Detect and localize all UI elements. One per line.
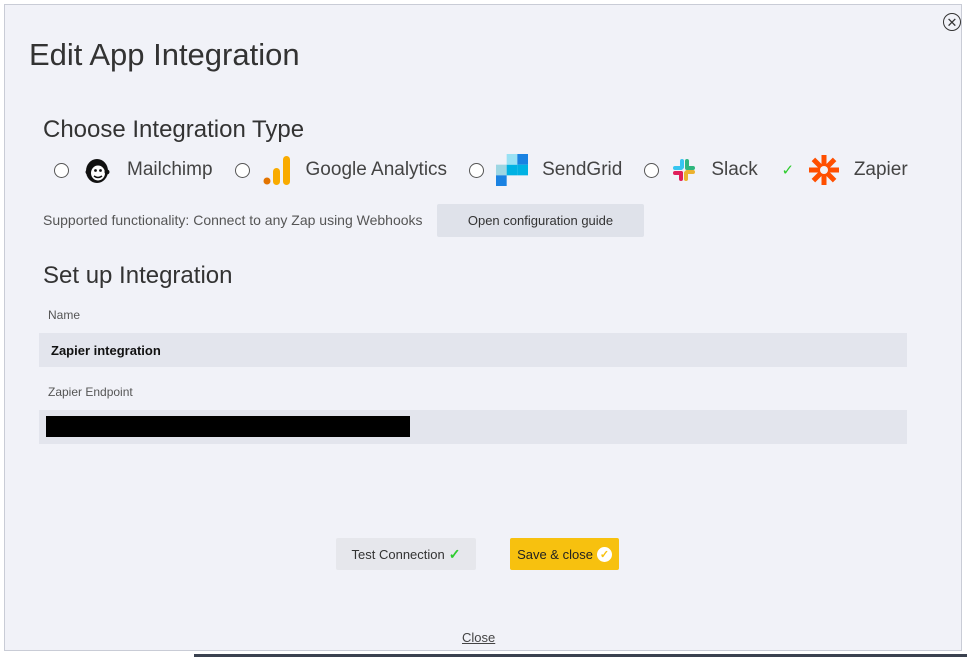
- integration-dialog: ✕ Edit App Integration: [4, 4, 962, 651]
- option-google-analytics[interactable]: Google Analytics: [234, 154, 470, 186]
- check-icon: ✓: [448, 545, 461, 562]
- mailchimp-logo-icon: [81, 154, 113, 186]
- integration-type-heading: Choose Integration Type: [43, 116, 305, 143]
- test-connection-button[interactable]: Test Connection ✓: [336, 538, 476, 570]
- google-analytics-label: Google Analytics: [305, 159, 448, 180]
- endpoint-label: Zapier Endpoint: [48, 385, 133, 399]
- page-title: Edit App Integration: [29, 37, 300, 72]
- option-mailchimp[interactable]: Mailchimp: [54, 154, 235, 186]
- google-analytics-logo-icon: [262, 154, 292, 186]
- option-zapier[interactable]: ✓ Zapier: [780, 154, 930, 186]
- setup-heading: Set up Integration: [43, 262, 233, 289]
- name-input[interactable]: [39, 333, 907, 367]
- name-label: Name: [48, 308, 81, 322]
- option-slack[interactable]: Slack: [644, 157, 779, 183]
- selected-check-icon[interactable]: ✓: [780, 163, 796, 178]
- zapier-label: Zapier: [853, 159, 908, 180]
- zapier-logo-icon: [808, 154, 840, 186]
- supported-functionality-text: Supported functionality: Connect to any …: [43, 212, 423, 228]
- slack-label: Slack: [711, 159, 758, 180]
- save-close-label: Save & close: [517, 546, 593, 562]
- sendgrid-radio[interactable]: [469, 162, 485, 178]
- save-close-button[interactable]: Save & close ✓: [510, 538, 619, 570]
- close-link[interactable]: Close: [462, 630, 495, 645]
- integration-type-options: Mailchimp Google Analytics SendGrid Slac…: [54, 152, 930, 188]
- mailchimp-radio[interactable]: [54, 162, 69, 178]
- close-icon[interactable]: ✕: [943, 13, 961, 31]
- check-circle-icon: ✓: [596, 546, 612, 562]
- test-connection-label: Test Connection: [351, 546, 445, 562]
- open-configuration-guide-button[interactable]: Open configuration guide: [437, 204, 644, 237]
- mailchimp-label: Mailchimp: [127, 159, 213, 180]
- option-sendgrid[interactable]: SendGrid: [469, 154, 644, 186]
- sendgrid-logo-icon: [496, 154, 529, 186]
- google-analytics-radio[interactable]: [234, 162, 250, 178]
- sendgrid-label: SendGrid: [542, 159, 623, 180]
- redacted-endpoint: [46, 416, 410, 437]
- slack-logo-icon: [671, 157, 697, 183]
- slack-radio[interactable]: [644, 162, 660, 178]
